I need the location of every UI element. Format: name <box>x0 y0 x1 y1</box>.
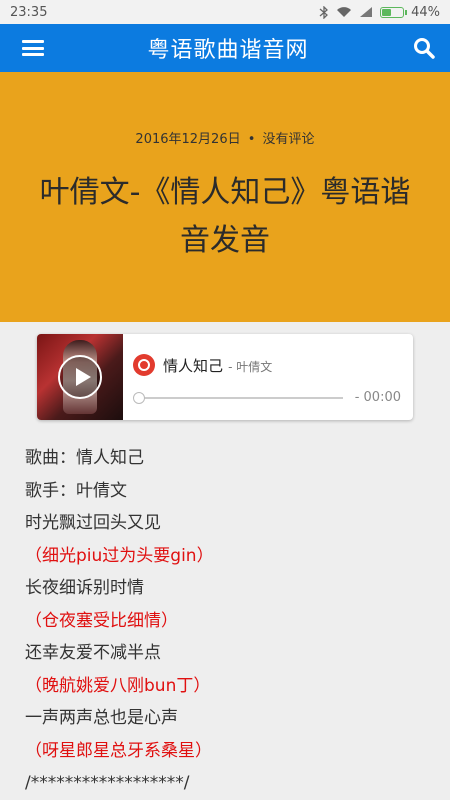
lyric-line: 一声两声总也是心声 <box>25 708 178 728</box>
progress-row: - 00:00 <box>133 390 401 405</box>
lyric-pronunciation: （呀星郎星总牙系桑星） <box>25 740 212 761</box>
battery-icon <box>380 6 408 18</box>
lyric-pronunciation: （仓夜塞受比细情） <box>25 610 178 631</box>
lyric-pronunciation: （细光piu过为头要gin） <box>25 545 214 566</box>
post-header: 2016年12月26日 • 没有评论 叶倩文-《情人知己》粤语谐音发音 <box>0 72 450 322</box>
song-artist: - 叶倩文 <box>228 359 273 374</box>
song-line: 情人知己 - 叶倩文 <box>133 354 401 376</box>
play-button[interactable] <box>58 355 102 399</box>
comments-link[interactable]: 没有评论 <box>263 132 315 147</box>
menu-icon[interactable] <box>22 40 44 56</box>
battery-percent: 44% <box>411 4 440 20</box>
lyric-line: 还幸友爱不减半点 <box>25 643 161 663</box>
player-info: 情人知己 - 叶倩文 - 00:00 <box>123 334 413 420</box>
netease-music-icon[interactable] <box>133 354 155 376</box>
lyrics: 歌曲：情人知己 歌手：叶倩文 时光飘过回头又见 （细光piu过为头要gin） 长… <box>25 442 440 800</box>
lyric-line: 歌手：叶倩文 <box>25 480 127 501</box>
progress-track[interactable] <box>133 391 343 404</box>
signal-icon <box>360 7 373 17</box>
site-title[interactable]: 粤语歌曲谐音网 <box>147 32 308 64</box>
time-remaining: - 00:00 <box>354 390 401 405</box>
album-cover <box>37 334 123 420</box>
song-title: 情人知己 <box>163 356 224 375</box>
lyric-line: 歌曲：情人知己 <box>25 448 144 468</box>
lyric-line: /******************/ <box>25 773 190 793</box>
search-icon[interactable] <box>412 36 436 60</box>
navbar: 粤语歌曲谐音网 <box>0 24 450 72</box>
status-icons: 44% <box>319 5 440 20</box>
wifi-icon <box>337 7 352 17</box>
post-date[interactable]: 2016年12月26日 <box>135 132 240 147</box>
lyric-line: 长夜细诉别时情 <box>25 578 144 598</box>
progress-thumb[interactable] <box>133 391 145 404</box>
bluetooth-icon <box>319 5 329 19</box>
page-title: 叶倩文-《情人知己》粤语谐音发音 <box>39 175 411 258</box>
status-bar: 23:35 44% <box>0 0 450 24</box>
lyric-line: 时光飘过回头又见 <box>25 513 161 533</box>
clock: 23:35 <box>10 4 48 20</box>
lyric-pronunciation: （晚航姚爱八刚bun丁） <box>25 675 211 696</box>
battery-fill <box>382 8 391 16</box>
post-meta: 2016年12月26日 • 没有评论 <box>135 128 314 147</box>
meta-separator: • <box>247 132 256 147</box>
music-player: 情人知己 - 叶倩文 - 00:00 <box>37 334 413 420</box>
